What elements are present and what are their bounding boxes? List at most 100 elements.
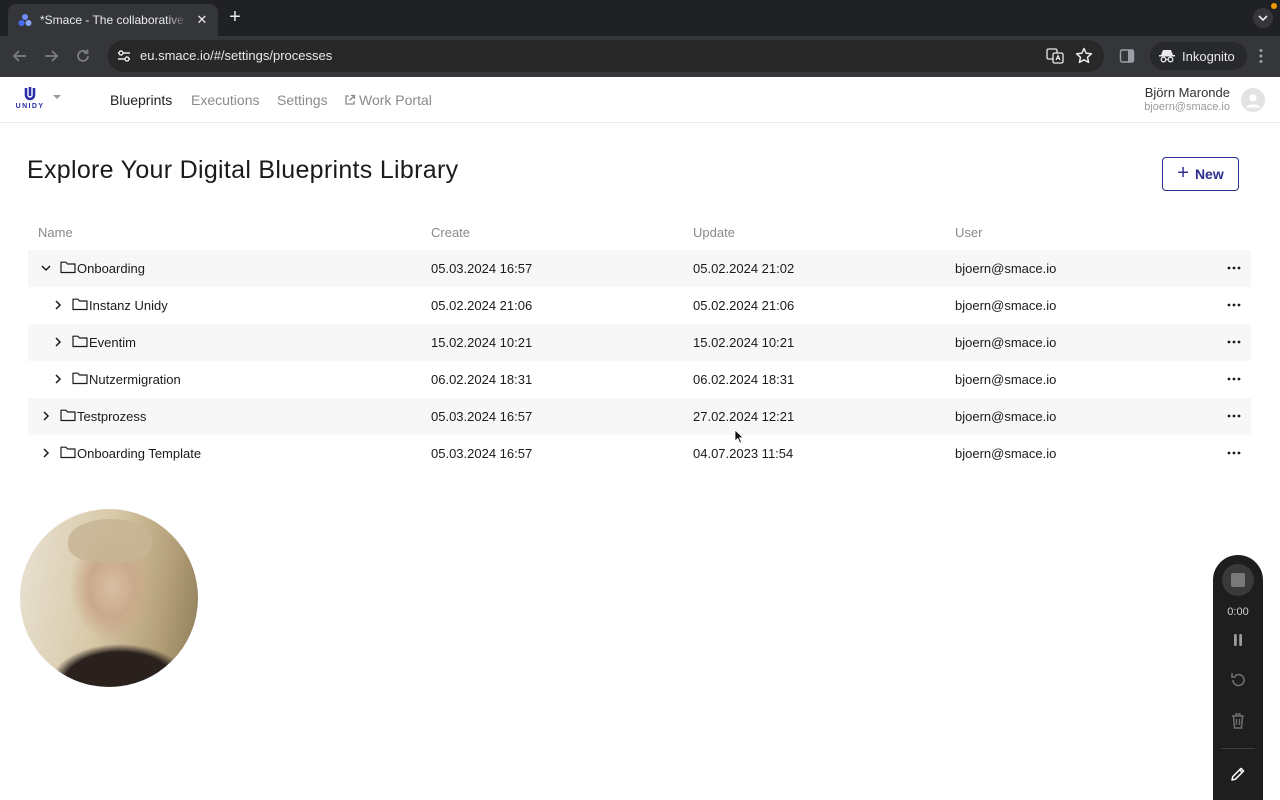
chevron-right-icon[interactable] — [40, 447, 52, 459]
updated-date: 05.02.2024 21:02 — [693, 261, 795, 276]
incognito-icon — [1159, 50, 1175, 63]
recorder-divider — [1221, 748, 1255, 749]
column-header-create[interactable]: Create — [431, 225, 470, 240]
column-header-name[interactable]: Name — [38, 225, 73, 240]
close-tab-icon[interactable]: ✕ — [194, 12, 210, 28]
updated-date: 27.02.2024 12:21 — [693, 409, 795, 424]
address-bar[interactable]: eu.smace.io/#/settings/processes — [108, 40, 1104, 72]
app-header: UNIDY Blueprints Executions Settings Wor… — [0, 77, 1280, 123]
blueprint-name[interactable]: Eventim — [89, 335, 136, 350]
folder-icon — [60, 446, 76, 459]
site-settings-icon[interactable] — [116, 48, 132, 64]
forward-button[interactable] — [41, 46, 61, 66]
browser-toolbar: eu.smace.io/#/settings/processes Inkogni… — [0, 36, 1280, 77]
folder-icon — [72, 372, 88, 385]
nav-work-portal[interactable]: Work Portal — [344, 92, 432, 108]
blueprint-name[interactable]: Onboarding — [77, 261, 145, 276]
user-cell: bjoern@smace.io — [955, 335, 1057, 350]
created-date: 05.03.2024 16:57 — [431, 261, 533, 276]
nav-settings[interactable]: Settings — [277, 92, 328, 108]
webcam-video — [68, 519, 152, 563]
user-email: bjoern@smace.io — [1144, 101, 1230, 113]
incognito-badge[interactable]: Inkognito — [1150, 42, 1247, 70]
created-date: 05.03.2024 16:57 — [431, 409, 533, 424]
new-tab-button[interactable]: + — [226, 7, 244, 27]
more-horizontal-icon[interactable] — [1226, 408, 1242, 424]
trash-icon[interactable] — [1228, 711, 1248, 731]
user-cell: bjoern@smace.io — [955, 446, 1057, 461]
browser-menu-icon[interactable] — [1252, 47, 1270, 65]
column-header-update[interactable]: Update — [693, 225, 735, 240]
smace-logo-icon — [18, 13, 32, 27]
back-button[interactable] — [10, 46, 30, 66]
tab-title: *Smace - The collaborative s — [40, 13, 188, 27]
created-date: 06.02.2024 18:31 — [431, 372, 533, 387]
blueprint-name[interactable]: Testprozess — [77, 409, 146, 424]
updated-date: 04.07.2023 11:54 — [693, 446, 794, 461]
reload-button[interactable] — [73, 46, 93, 66]
mouse-cursor-icon — [734, 429, 744, 444]
updated-date: 05.02.2024 21:06 — [693, 298, 795, 313]
chevron-right-icon[interactable] — [52, 336, 64, 348]
nav-executions[interactable]: Executions — [191, 92, 259, 108]
blueprint-name[interactable]: Nutzermigration — [89, 372, 181, 387]
stop-icon — [1231, 573, 1245, 587]
notification-dot — [1271, 3, 1277, 9]
workspace-dropdown-icon[interactable] — [52, 93, 62, 101]
recording-time: 0:00 — [1227, 606, 1249, 618]
side-panel-icon[interactable] — [1119, 48, 1135, 64]
user-name: Björn Maronde — [1144, 85, 1230, 100]
created-date: 15.02.2024 10:21 — [431, 335, 533, 350]
table-row[interactable]: Onboarding Template 05.03.2024 16:57 04.07… — [28, 435, 1251, 472]
chevron-right-icon[interactable] — [52, 373, 64, 385]
folder-icon — [60, 409, 76, 422]
pencil-icon[interactable] — [1228, 764, 1248, 784]
user-avatar-icon — [1246, 94, 1260, 108]
plus-icon: + — [1177, 162, 1189, 184]
browser-tab[interactable]: *Smace - The collaborative s ✕ — [8, 4, 218, 36]
page-title: Explore Your Digital Blueprints Library — [27, 156, 459, 184]
table-row[interactable]: Instanz Unidy 05.02.2024 21:06 05.02.2024 … — [28, 287, 1251, 324]
logo-text: UNIDY — [15, 103, 45, 110]
user-cell: bjoern@smace.io — [955, 261, 1057, 276]
new-button-label: New — [1194, 166, 1224, 182]
more-horizontal-icon[interactable] — [1226, 334, 1242, 350]
chevron-right-icon[interactable] — [52, 299, 64, 311]
incognito-label: Inkognito — [1182, 48, 1235, 64]
table-row[interactable]: Testprozess 05.03.2024 16:57 27.02.2024 12… — [28, 398, 1251, 435]
updated-date: 15.02.2024 10:21 — [693, 335, 795, 350]
recorder-toolbar: 0:00 — [1213, 555, 1263, 800]
updated-date: 06.02.2024 18:31 — [693, 372, 795, 387]
more-horizontal-icon[interactable] — [1226, 260, 1242, 276]
stop-recording-button[interactable] — [1222, 564, 1254, 596]
blueprint-name[interactable]: Onboarding Template — [77, 446, 201, 461]
restart-icon[interactable] — [1228, 670, 1248, 690]
chevron-right-icon[interactable] — [40, 410, 52, 422]
bookmark-star-icon[interactable] — [1074, 46, 1094, 66]
table-row[interactable]: Nutzermigration 06.02.2024 18:31 06.02.202… — [28, 361, 1251, 398]
avatar[interactable] — [1241, 88, 1265, 112]
table-row[interactable]: Eventim 15.02.2024 10:21 15.02.2024 10:21 b… — [28, 324, 1251, 361]
webcam-bubble[interactable] — [20, 509, 198, 687]
browser-tab-strip: *Smace - The collaborative s ✕ + — [0, 0, 1280, 36]
pause-icon[interactable] — [1228, 630, 1248, 650]
folder-icon — [72, 335, 88, 348]
more-horizontal-icon[interactable] — [1226, 297, 1242, 313]
table-row[interactable]: Onboarding 05.03.2024 16:57 05.02.2024 21:… — [28, 250, 1251, 287]
arrow-left-icon — [12, 50, 26, 62]
translate-icon[interactable] — [1046, 47, 1064, 65]
nav-blueprints[interactable]: Blueprints — [110, 92, 172, 108]
user-cell: bjoern@smace.io — [955, 409, 1057, 424]
chevron-down-icon — [1258, 15, 1268, 21]
more-horizontal-icon[interactable] — [1226, 371, 1242, 387]
tab-search-button[interactable] — [1253, 8, 1273, 28]
created-date: 05.02.2024 21:06 — [431, 298, 533, 313]
more-horizontal-icon[interactable] — [1226, 445, 1242, 461]
column-header-user[interactable]: User — [955, 225, 982, 240]
url-text[interactable]: eu.smace.io/#/settings/processes — [140, 48, 332, 63]
unidy-logo[interactable]: UNIDY — [14, 86, 48, 116]
created-date: 05.03.2024 16:57 — [431, 446, 533, 461]
blueprint-name[interactable]: Instanz Unidy — [89, 298, 168, 313]
chevron-down-icon[interactable] — [40, 262, 52, 274]
new-blueprint-button[interactable]: + New — [1162, 157, 1239, 191]
